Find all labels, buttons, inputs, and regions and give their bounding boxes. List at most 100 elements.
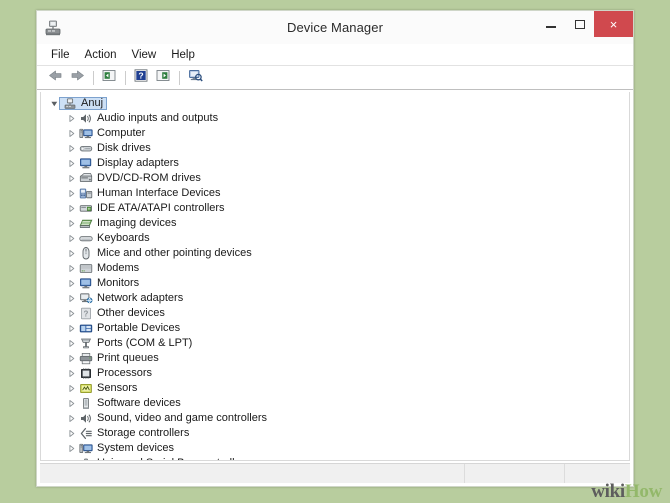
back-arrow-icon	[48, 69, 63, 87]
tree-row-label: Keyboards	[97, 231, 150, 246]
twisty-collapsed-icon[interactable]	[66, 444, 77, 453]
twisty-collapsed-icon[interactable]	[66, 279, 77, 288]
twisty-collapsed-icon[interactable]	[66, 309, 77, 318]
minimize-button[interactable]	[536, 11, 566, 37]
tree-row-label: Sensors	[97, 381, 137, 396]
scan-hardware-button[interactable]	[185, 68, 205, 87]
tree-row[interactable]: Computer	[41, 126, 629, 141]
tree-row[interactable]: System devices	[41, 441, 629, 456]
twisty-collapsed-icon[interactable]	[66, 159, 77, 168]
tree-row[interactable]: Portable Devices	[41, 321, 629, 336]
twisty-collapsed-icon[interactable]	[66, 234, 77, 243]
tree-row[interactable]: ?Other devices	[41, 306, 629, 321]
tree-row[interactable]: DVD/CD-ROM drives	[41, 171, 629, 186]
maximize-icon	[575, 20, 585, 29]
twisty-collapsed-icon[interactable]	[66, 459, 77, 461]
tree-row-label: Print queues	[97, 351, 159, 366]
tree-row[interactable]: Modems	[41, 261, 629, 276]
twisty-collapsed-icon[interactable]	[66, 204, 77, 213]
menu-view[interactable]: View	[125, 47, 165, 63]
twisty-collapsed-icon[interactable]	[66, 219, 77, 228]
tree-row-label: IDE ATA/ATAPI controllers	[97, 201, 225, 216]
forward-button[interactable]	[67, 68, 87, 87]
twisty-collapsed-icon[interactable]	[66, 324, 77, 333]
tree-row-label: Ports (COM & LPT)	[97, 336, 192, 351]
close-button[interactable]: ×	[594, 11, 633, 37]
status-text-second	[465, 464, 565, 483]
tree-row[interactable]: Network adapters	[41, 291, 629, 306]
tree-row-label: Portable Devices	[97, 321, 180, 336]
port-icon	[78, 337, 93, 351]
tree-row-label: System devices	[97, 441, 174, 456]
maximize-button[interactable]	[565, 11, 595, 37]
device-tree-panel[interactable]: AnujAudio inputs and outputsComputerDisk…	[40, 92, 630, 461]
tree-row[interactable]: Sound, video and game controllers	[41, 411, 629, 426]
twisty-collapsed-icon[interactable]	[66, 189, 77, 198]
tree-row[interactable]: Sensors	[41, 381, 629, 396]
tree-row[interactable]: Human Interface Devices	[41, 186, 629, 201]
tree-row[interactable]: Display adapters	[41, 156, 629, 171]
tree-row-label: Software devices	[97, 396, 181, 411]
tree-row[interactable]: Keyboards	[41, 231, 629, 246]
twisty-collapsed-icon[interactable]	[66, 129, 77, 138]
software-device-icon	[78, 397, 93, 411]
twisty-collapsed-icon[interactable]	[66, 414, 77, 423]
back-button[interactable]	[45, 68, 65, 87]
watermark-wiki: wiki	[591, 481, 625, 502]
twisty-collapsed-icon[interactable]	[66, 354, 77, 363]
disk-drive-icon	[78, 142, 93, 156]
system-device-icon	[78, 442, 93, 456]
sound-video-icon	[78, 412, 93, 426]
hid-icon	[78, 187, 93, 201]
twisty-collapsed-icon[interactable]	[66, 144, 77, 153]
tree-row[interactable]: Mice and other pointing devices	[41, 246, 629, 261]
toolbar-separator-2	[125, 71, 126, 85]
twisty-collapsed-icon[interactable]	[66, 249, 77, 258]
twisty-collapsed-icon[interactable]	[66, 114, 77, 123]
watermark-how: How	[625, 481, 662, 502]
twisty-collapsed-icon[interactable]	[66, 294, 77, 303]
menu-help[interactable]: Help	[164, 47, 203, 63]
properties-icon	[102, 69, 116, 87]
help-button[interactable]: ?	[131, 68, 151, 87]
ide-controller-icon	[78, 202, 93, 216]
title-bar: Device Manager ×	[37, 11, 633, 44]
toolbar: ?	[37, 66, 633, 90]
tree-row[interactable]: Universal Serial Bus controllers	[41, 456, 629, 461]
tree-row[interactable]: Processors	[41, 366, 629, 381]
menu-action[interactable]: Action	[78, 47, 125, 63]
twisty-collapsed-icon[interactable]	[66, 174, 77, 183]
tree-row[interactable]: Storage controllers	[41, 426, 629, 441]
twisty-collapsed-icon[interactable]	[66, 369, 77, 378]
tree-row[interactable]: Ports (COM & LPT)	[41, 336, 629, 351]
svg-text:?: ?	[83, 309, 88, 318]
toolbar-separator-3	[179, 71, 180, 85]
minimize-icon	[546, 26, 556, 28]
processor-icon	[78, 367, 93, 381]
tree-row[interactable]: Software devices	[41, 396, 629, 411]
tree-row-label: Audio inputs and outputs	[97, 111, 218, 126]
twisty-collapsed-icon[interactable]	[66, 384, 77, 393]
update-driver-button[interactable]	[153, 68, 173, 87]
tree-row-label: Mice and other pointing devices	[97, 246, 252, 261]
tree-row-label: Universal Serial Bus controllers	[97, 456, 250, 461]
update-driver-icon	[156, 69, 170, 87]
tree-row[interactable]: IDE ATA/ATAPI controllers	[41, 201, 629, 216]
tree-row-label: Processors	[97, 366, 152, 381]
tree-row-root[interactable]: Anuj	[41, 96, 629, 111]
twisty-collapsed-icon[interactable]	[66, 264, 77, 273]
twisty-collapsed-icon[interactable]	[66, 339, 77, 348]
menu-file[interactable]: File	[44, 47, 78, 63]
tree-row-label: Anuj	[81, 96, 103, 111]
tree-row[interactable]: Audio inputs and outputs	[41, 111, 629, 126]
tree-row[interactable]: Disk drives	[41, 141, 629, 156]
tree-row[interactable]: Monitors	[41, 276, 629, 291]
twisty-collapsed-icon[interactable]	[66, 399, 77, 408]
wikihow-watermark: wikiHow	[591, 482, 662, 501]
properties-button[interactable]	[99, 68, 119, 87]
imaging-device-icon	[78, 217, 93, 231]
tree-row[interactable]: Print queues	[41, 351, 629, 366]
monitor-icon	[78, 277, 93, 291]
tree-row[interactable]: Imaging devices	[41, 216, 629, 231]
twisty-collapsed-icon[interactable]	[66, 429, 77, 438]
